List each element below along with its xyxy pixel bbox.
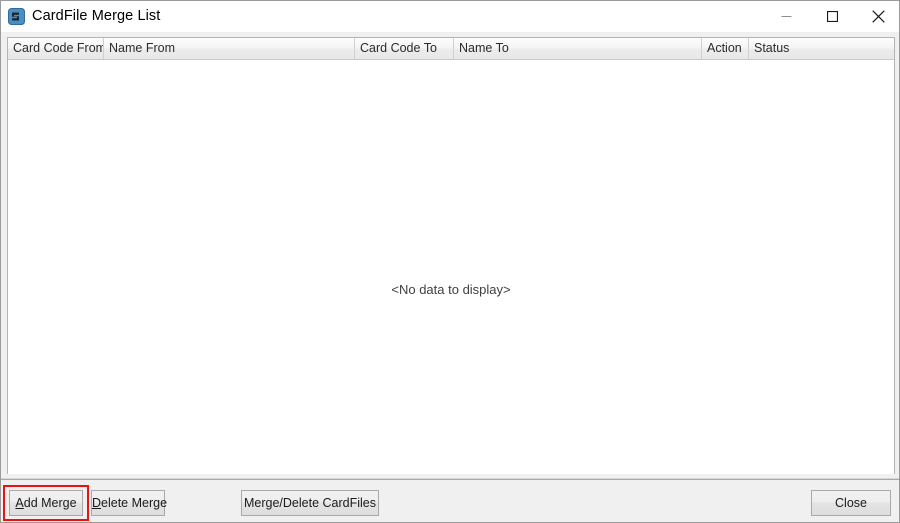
window-title: CardFile Merge List: [32, 8, 161, 24]
merge-delete-cardfiles-button[interactable]: Merge/Delete CardFiles: [241, 490, 379, 516]
grid-header-row: Card Code From Name From Card Code To Na…: [8, 38, 894, 60]
cardfile-merge-list-window: CardFile Merge List Card Code From Name …: [0, 0, 900, 523]
merge-list-grid: Card Code From Name From Card Code To Na…: [7, 37, 895, 474]
grid-body[interactable]: <No data to display>: [8, 60, 894, 474]
btn-add-merge-accelerator: A: [15, 496, 24, 510]
minimize-icon[interactable]: [763, 1, 809, 31]
maximize-icon[interactable]: [809, 1, 855, 31]
add-merge-button[interactable]: Add Merge: [9, 490, 83, 516]
column-header-action[interactable]: Action: [702, 38, 749, 59]
close-button[interactable]: Close: [811, 490, 891, 516]
column-header-name-to[interactable]: Name To: [454, 38, 702, 59]
close-icon[interactable]: [855, 1, 899, 31]
column-header-status[interactable]: Status: [749, 38, 894, 59]
empty-grid-message: <No data to display>: [391, 282, 511, 297]
column-header-card-code-to[interactable]: Card Code To: [355, 38, 454, 59]
btn-delete-merge-accelerator: D: [92, 496, 102, 510]
column-header-card-code-from[interactable]: Card Code From: [8, 38, 104, 59]
cardfile-icon: [8, 8, 25, 25]
column-header-name-from[interactable]: Name From: [104, 38, 355, 59]
delete-merge-button[interactable]: Delete Merge: [91, 490, 167, 516]
title-bar: CardFile Merge List: [1, 1, 899, 32]
